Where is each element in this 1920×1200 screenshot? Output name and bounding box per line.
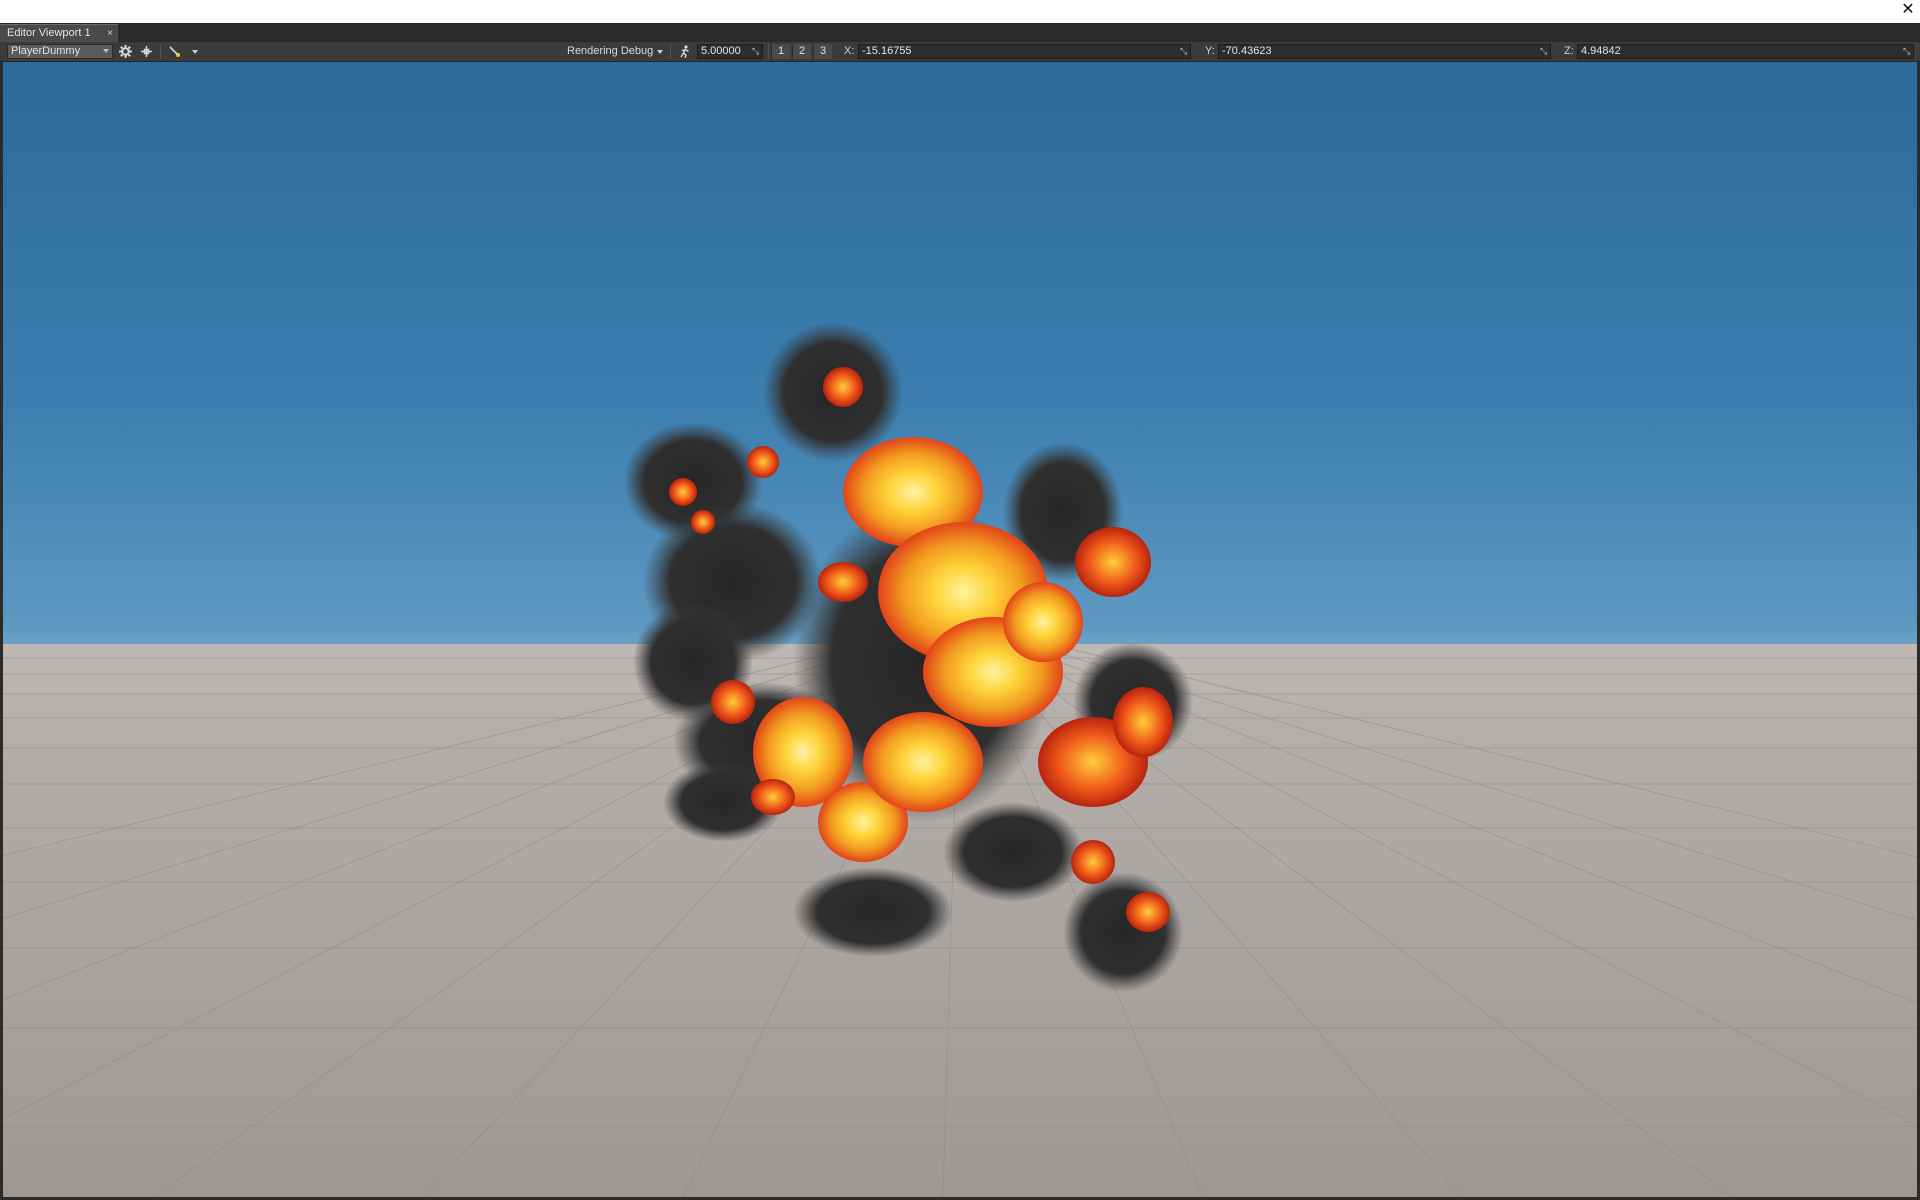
y-coordinate-value: -70.43623: [1222, 45, 1272, 57]
x-coordinate-field[interactable]: -15.16755 ⤡: [858, 44, 1191, 59]
x-coordinate-label: X:: [844, 45, 855, 57]
3d-viewport[interactable]: [3, 62, 1917, 1197]
z-coordinate-label: Z:: [1564, 45, 1574, 57]
toolbar-separator: [160, 44, 161, 59]
view-button-3[interactable]: 3: [813, 44, 832, 59]
expand-icon[interactable]: ⤡: [752, 47, 760, 56]
camera-select-value: PlayerDummy: [11, 45, 81, 57]
brush-tool-icon[interactable]: [166, 44, 182, 59]
z-coordinate-value: 4.94842: [1581, 45, 1621, 57]
z-coordinate-field[interactable]: 4.94842 ⤡: [1577, 44, 1914, 59]
brush-dropdown-chevron-icon[interactable]: [192, 50, 198, 54]
chevron-down-icon: [103, 49, 109, 53]
tab-close-icon[interactable]: ×: [107, 25, 113, 42]
expand-icon[interactable]: ⤡: [1540, 47, 1548, 56]
rendering-debug-chevron-icon[interactable]: [657, 50, 663, 54]
viewport-scene: [3, 322, 1917, 1197]
toolbar-separator: [670, 44, 671, 59]
tab-bar: Editor Viewport 1 ×: [0, 23, 1920, 42]
camera-speed-field[interactable]: 5.00000 ⤡: [697, 44, 763, 59]
expand-icon[interactable]: ⤡: [1903, 47, 1911, 56]
camera-speed-value: 5.00000: [701, 45, 741, 57]
viewport-toolbar: PlayerDummy Rendering Debug 5.00000 ⤡ 1 …: [0, 42, 1920, 62]
window-close-button[interactable]: ✕: [1900, 1, 1916, 19]
gear-icon[interactable]: [117, 44, 133, 59]
tab-label: Editor Viewport 1: [7, 27, 91, 39]
y-coordinate-label: Y:: [1205, 45, 1215, 57]
move-gizmo-icon[interactable]: [138, 44, 154, 59]
view-button-1[interactable]: 1: [771, 44, 790, 59]
toolbar-separator: [768, 44, 769, 59]
window-title-strip: ✕: [0, 0, 1920, 23]
tab-editor-viewport-1[interactable]: Editor Viewport 1 ×: [0, 24, 118, 42]
speed-runner-icon[interactable]: [676, 44, 692, 59]
rendering-debug-menu[interactable]: Rendering Debug: [567, 42, 653, 61]
view-button-2[interactable]: 2: [792, 44, 811, 59]
camera-select[interactable]: PlayerDummy: [7, 44, 113, 59]
x-coordinate-value: -15.16755: [862, 45, 912, 57]
y-coordinate-field[interactable]: -70.43623 ⤡: [1218, 44, 1551, 59]
expand-icon[interactable]: ⤡: [1180, 47, 1188, 56]
